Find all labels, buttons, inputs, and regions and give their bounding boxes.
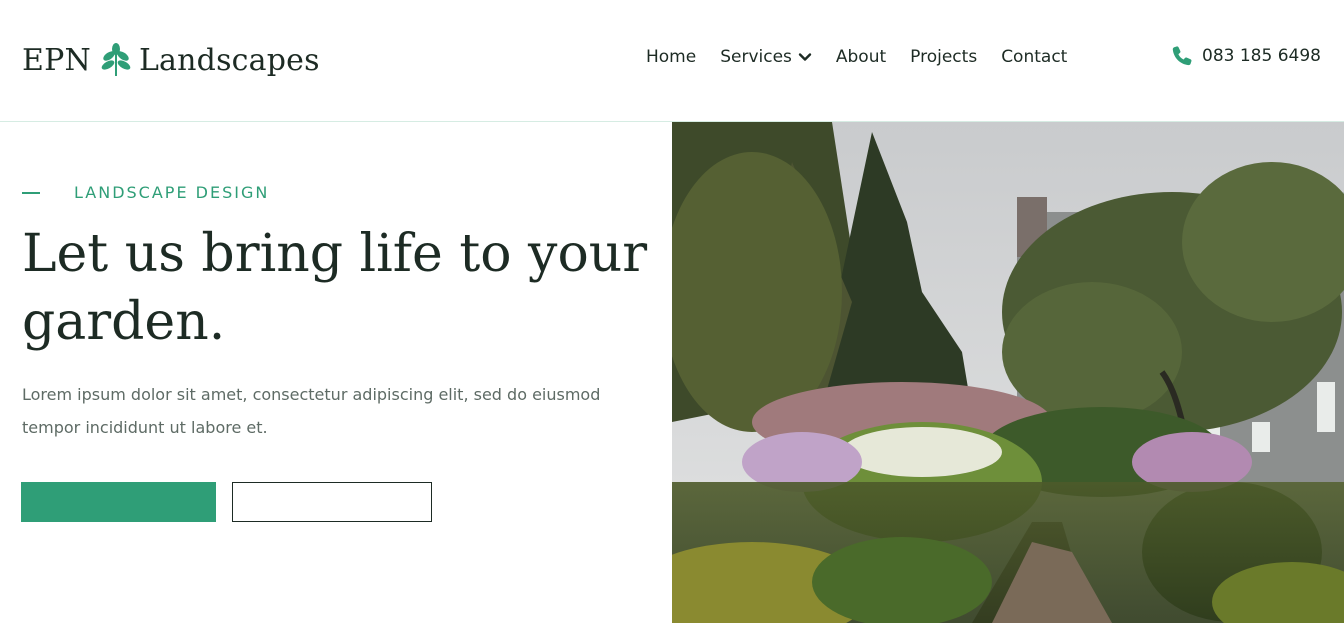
- nav-label: Home: [646, 47, 697, 67]
- chevron-down-icon: [798, 53, 812, 61]
- eyebrow-text: LANDSCAPE DESIGN: [74, 183, 270, 202]
- hero-garden-image: [672, 122, 1344, 623]
- phone-icon: [1172, 46, 1192, 66]
- hero-secondary-button[interactable]: [232, 482, 432, 522]
- phone-link[interactable]: 083 185 6498: [1170, 44, 1321, 68]
- hero-description: Lorem ipsum dolor sit amet, consectetur …: [22, 385, 601, 437]
- brand-name-part1: EPN: [22, 42, 91, 78]
- hero-primary-button[interactable]: [21, 482, 216, 522]
- nav-label: Projects: [910, 47, 978, 67]
- hero-headline: Let us bring life to your garden.: [22, 224, 648, 352]
- nav-item-services[interactable]: Services: [720, 47, 812, 67]
- main-nav: Home Services About Projects Contact: [646, 47, 1067, 67]
- nav-label: About: [835, 47, 887, 67]
- leaf-icon: [101, 43, 131, 77]
- nav-item-projects[interactable]: Projects: [910, 47, 977, 67]
- brand-name-part2: Landscapes: [138, 42, 320, 78]
- garden-photo: [672, 122, 1344, 623]
- brand-logo[interactable]: EPN Landscapes: [22, 40, 320, 80]
- phone-number: 083 185 6498: [1202, 46, 1321, 66]
- site-header: EPN Landscapes Home Services About Proje…: [0, 0, 1344, 122]
- nav-label: Services: [720, 47, 792, 67]
- nav-item-about[interactable]: About: [836, 47, 886, 67]
- hero-eyebrow: LANDSCAPE DESIGN: [22, 183, 269, 202]
- nav-item-contact[interactable]: Contact: [1001, 47, 1067, 67]
- nav-label: Contact: [1001, 47, 1068, 67]
- nav-item-home[interactable]: Home: [646, 47, 696, 67]
- eyebrow-dash: [22, 191, 40, 194]
